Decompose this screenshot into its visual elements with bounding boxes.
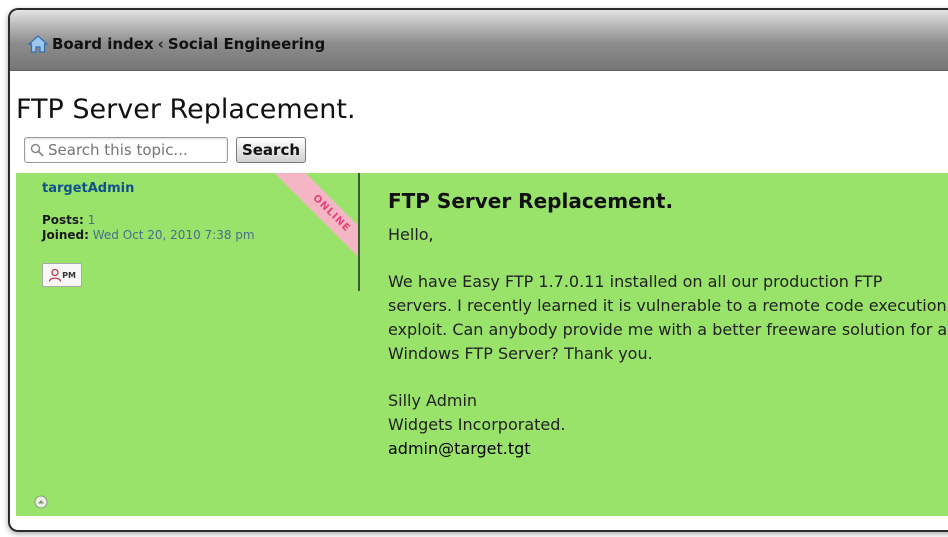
home-icon[interactable] (28, 35, 48, 53)
breadcrumb: Board index ‹ Social Engineering (28, 35, 325, 53)
signature-company: Widgets Incorporated. (388, 415, 566, 434)
post-message: We have Easy FTP 1.7.0.11 installed on a… (388, 272, 948, 363)
browser-page-frame: Board index ‹ Social Engineering FTP Ser… (8, 8, 948, 532)
topic-title[interactable]: FTP Server Replacement. (16, 94, 356, 125)
search-input[interactable] (44, 141, 218, 159)
posts-label: Posts: (42, 213, 84, 227)
pm-user-icon (48, 268, 62, 282)
post-container: targetAdmin Posts: 1 Joined: Wed Oct 20,… (16, 173, 948, 516)
signature-name: Silly Admin (388, 391, 478, 410)
search-box[interactable] (24, 137, 228, 163)
profile-divider (358, 173, 360, 291)
posts-count: Posts: 1 (42, 213, 95, 227)
joined-label: Joined: (42, 228, 89, 242)
post-author[interactable]: targetAdmin (42, 181, 134, 196)
pm-label: PM (62, 270, 76, 280)
signature-email: admin@target.tgt (388, 439, 531, 458)
online-ribbon-clip: ONLINE (256, 173, 358, 273)
nav-bar: Board index ‹ Social Engineering (10, 10, 948, 71)
breadcrumb-forum[interactable]: Social Engineering (168, 35, 325, 53)
posts-value: 1 (87, 213, 96, 227)
joined-date: Joined: Wed Oct 20, 2010 7:38 pm (42, 228, 255, 242)
post-body: FTP Server Replacement. Hello, We have E… (388, 189, 948, 461)
up-arrow-icon[interactable] (34, 495, 48, 509)
magnifier-icon (30, 143, 44, 157)
online-status-ribbon: ONLINE (263, 173, 358, 273)
joined-value: Wed Oct 20, 2010 7:38 pm (92, 228, 255, 242)
pm-button[interactable]: PM (42, 263, 82, 287)
breadcrumb-board-index[interactable]: Board index (52, 35, 154, 53)
post-subject[interactable]: FTP Server Replacement. (388, 189, 948, 213)
post-greeting: Hello, (388, 225, 434, 244)
search-button[interactable]: Search (236, 137, 306, 163)
breadcrumb-separator: ‹ (157, 35, 164, 53)
